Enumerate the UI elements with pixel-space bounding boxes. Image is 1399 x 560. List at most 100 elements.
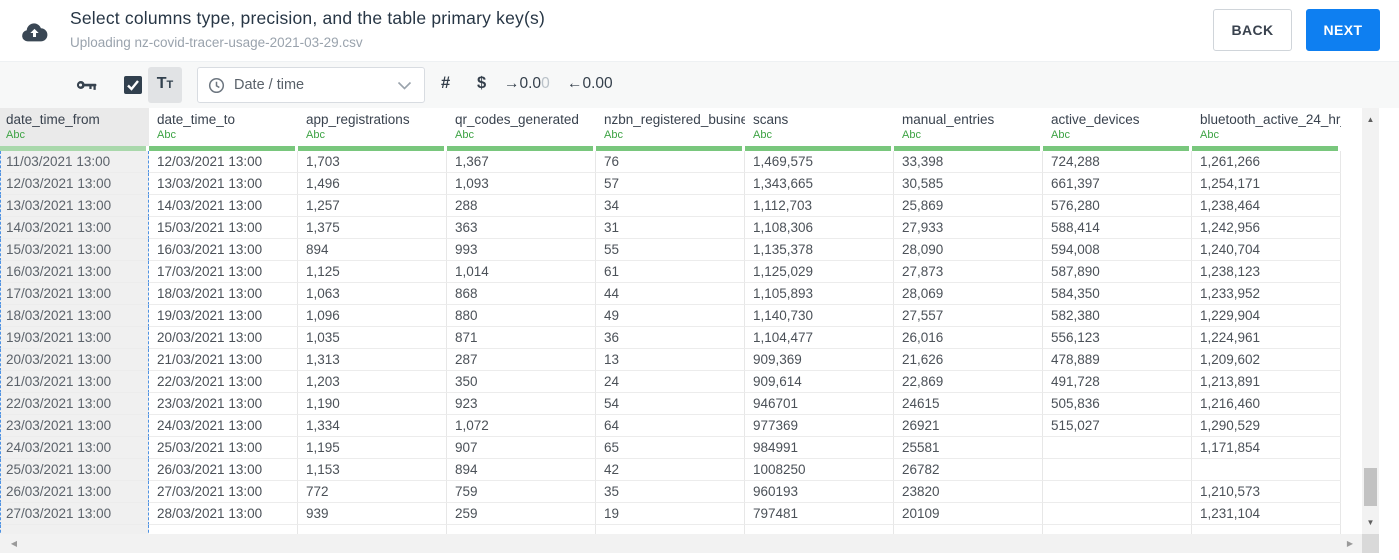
decrease-decimal-button[interactable]: ←0.00	[567, 75, 613, 93]
table-cell: 26/03/2021 13:00	[0, 481, 149, 503]
table-cell: 661,397	[1043, 173, 1192, 195]
table-row: 12/03/2021 13:00 13/03/2021 13:00 1,496 1,0…	[0, 173, 1341, 195]
column-header-date_time_from[interactable]: date_time_from Abc	[0, 108, 149, 146]
table-cell: 26921	[894, 415, 1043, 437]
column-type-label: Abc	[902, 129, 921, 141]
table-cell: 76	[596, 151, 745, 173]
table-cell: 1,203	[298, 371, 447, 393]
table-row: 21/03/2021 13:00 22/03/2021 13:00 1,203 350…	[0, 371, 1341, 393]
table-row: 24/03/2021 13:00 25/03/2021 13:00 1,195 907…	[0, 437, 1341, 459]
column-header-scans[interactable]: scans Abc	[745, 108, 894, 146]
table-cell: 64	[596, 415, 745, 437]
upload-status: Uploading nz-covid-tracer-usage-2021-03-…	[70, 35, 363, 50]
table-cell: 1008250	[745, 459, 894, 481]
table-cell: 28,069	[894, 283, 1043, 305]
column-type-dropdown[interactable]: Date / time	[197, 67, 425, 103]
chevron-down-icon	[397, 81, 412, 90]
table-row: 11/03/2021 13:00 12/03/2021 13:00 1,703 1,3…	[0, 151, 1341, 173]
table-cell: 12/03/2021 13:00	[149, 151, 298, 173]
column-header-bluetooth_active_24_hr_[interactable]: bluetooth_active_24_hr_ Abc	[1192, 108, 1341, 146]
table-cell: 1,242,956	[1192, 217, 1341, 239]
table-cell: 16/03/2021 13:00	[0, 261, 149, 283]
table-row: 18/03/2021 13:00 19/03/2021 13:00 1,096 880…	[0, 305, 1341, 327]
column-type-label: Abc	[604, 129, 623, 141]
increase-decimal-button[interactable]: →0.00	[504, 75, 550, 93]
table-cell: 1,375	[298, 217, 447, 239]
table-cell: 65	[596, 437, 745, 459]
primary-key-icon[interactable]	[76, 76, 98, 94]
table-header-row: date_time_from Abc date_time_to Abc app_regi…	[0, 108, 1341, 146]
table-cell: 27,557	[894, 305, 1043, 327]
table-cell: 1,229,904	[1192, 305, 1341, 327]
horizontal-scrollbar[interactable]: ◀ ▶	[0, 534, 1362, 553]
next-button[interactable]: NEXT	[1306, 9, 1380, 51]
table-cell: 576,280	[1043, 195, 1192, 217]
table-cell: 1,014	[447, 261, 596, 283]
column-header-active_devices[interactable]: active_devices Abc	[1043, 108, 1192, 146]
table-row: 15/03/2021 13:00 16/03/2021 13:00 894 993 55…	[0, 239, 1341, 261]
number-type-button[interactable]: #	[441, 74, 450, 93]
table-cell: 57	[596, 173, 745, 195]
table-cell: 22,869	[894, 371, 1043, 393]
table-cell: 1,112,703	[745, 195, 894, 217]
scroll-up-arrow[interactable]: ▲	[1362, 112, 1379, 128]
currency-type-button[interactable]: $	[477, 74, 486, 93]
scroll-left-arrow[interactable]: ◀	[6, 534, 22, 553]
table-body: 11/03/2021 13:00 12/03/2021 13:00 1,703 1,3…	[0, 151, 1341, 547]
table-cell: 1,238,464	[1192, 195, 1341, 217]
table-cell: 1,213,891	[1192, 371, 1341, 393]
vertical-scrollbar-thumb[interactable]	[1364, 468, 1377, 506]
table-cell: 1,135,378	[745, 239, 894, 261]
table-cell: 907	[447, 437, 596, 459]
vertical-scrollbar[interactable]: ▲ ▼	[1362, 108, 1379, 534]
column-header-manual_entries[interactable]: manual_entries Abc	[894, 108, 1043, 146]
column-header-qr_codes_generated[interactable]: qr_codes_generated Abc	[447, 108, 596, 146]
table-cell: 582,380	[1043, 305, 1192, 327]
column-header-nzbn_registered_busine[interactable]: nzbn_registered_busine Abc	[596, 108, 745, 146]
scroll-right-arrow[interactable]: ▶	[1342, 534, 1358, 553]
upload-cloud-icon	[21, 20, 48, 47]
table-cell: 13	[596, 349, 745, 371]
nullable-checkbox[interactable]	[124, 76, 142, 94]
column-name: bluetooth_active_24_hr_	[1200, 112, 1341, 127]
table-row: 16/03/2021 13:00 17/03/2021 13:00 1,125 1,0…	[0, 261, 1341, 283]
table-cell: 1,257	[298, 195, 447, 217]
table-cell: 1,496	[298, 173, 447, 195]
table-cell: 27,933	[894, 217, 1043, 239]
table-cell: 26/03/2021 13:00	[149, 459, 298, 481]
table-cell: 25,869	[894, 195, 1043, 217]
back-button[interactable]: BACK	[1213, 9, 1292, 51]
table-cell: 19/03/2021 13:00	[149, 305, 298, 327]
column-header-date_time_to[interactable]: date_time_to Abc	[149, 108, 298, 146]
column-type-label: Abc	[6, 129, 25, 141]
column-name: app_registrations	[306, 112, 410, 127]
table-row: 17/03/2021 13:00 18/03/2021 13:00 1,063 868…	[0, 283, 1341, 305]
table-cell: 27/03/2021 13:00	[0, 503, 149, 525]
table-cell: 12/03/2021 13:00	[0, 173, 149, 195]
column-type-label: Abc	[753, 129, 772, 141]
table-cell: 1,171,854	[1192, 437, 1341, 459]
table-cell: 1,125,029	[745, 261, 894, 283]
text-type-button[interactable]: Tt	[148, 67, 182, 103]
table-cell: 14/03/2021 13:00	[149, 195, 298, 217]
table-cell: 1,190	[298, 393, 447, 415]
table-cell: 1,261,266	[1192, 151, 1341, 173]
table-cell: 259	[447, 503, 596, 525]
table-cell: 1,210,573	[1192, 481, 1341, 503]
table-cell: 24/03/2021 13:00	[149, 415, 298, 437]
table-cell: 17/03/2021 13:00	[0, 283, 149, 305]
table-cell: 1,096	[298, 305, 447, 327]
table-cell: 18/03/2021 13:00	[0, 305, 149, 327]
table-cell: 36	[596, 327, 745, 349]
table-cell: 759	[447, 481, 596, 503]
table-cell: 1,290,529	[1192, 415, 1341, 437]
table-cell: 42	[596, 459, 745, 481]
table-cell: 61	[596, 261, 745, 283]
table-cell: 15/03/2021 13:00	[0, 239, 149, 261]
table-cell: 30,585	[894, 173, 1043, 195]
table-cell: 894	[298, 239, 447, 261]
column-header-app_registrations[interactable]: app_registrations Abc	[298, 108, 447, 146]
scroll-down-arrow[interactable]: ▼	[1362, 515, 1379, 531]
table-cell: 11/03/2021 13:00	[0, 151, 149, 173]
table-cell: 21/03/2021 13:00	[149, 349, 298, 371]
